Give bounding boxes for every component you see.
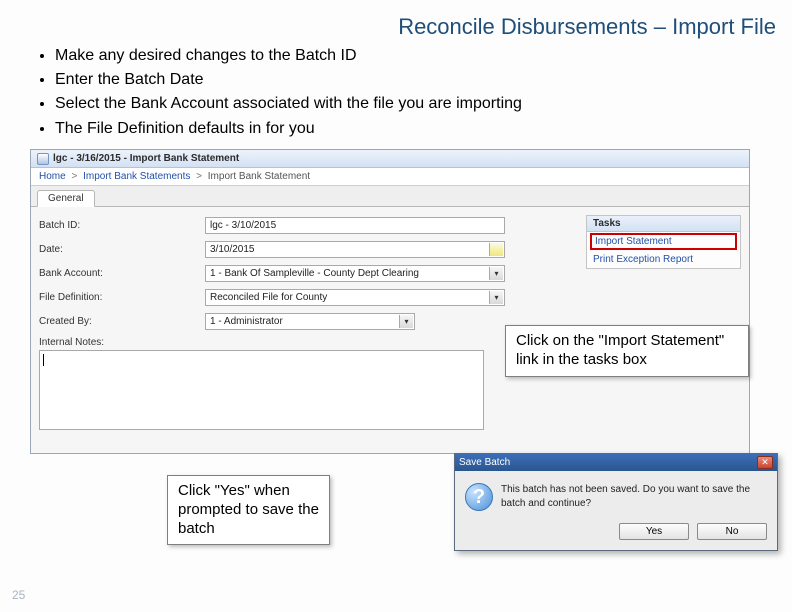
file-definition-value: Reconciled File for County (210, 292, 327, 303)
file-definition-label: File Definition: (39, 292, 205, 303)
batch-id-value: lgc - 3/10/2015 (210, 220, 276, 231)
breadcrumb-mid[interactable]: Import Bank Statements (83, 171, 190, 182)
breadcrumb-current: Import Bank Statement (208, 171, 310, 182)
breadcrumb: Home > Import Bank Statements > Import B… (31, 168, 749, 186)
tab-strip: General (31, 187, 749, 207)
file-definition-select[interactable]: Reconciled File for County ▾ (205, 289, 505, 306)
window-title: lgc - 3/16/2015 - Import Bank Statement (53, 153, 239, 164)
breadcrumb-root[interactable]: Home (39, 171, 66, 182)
chevron-down-icon[interactable]: ▾ (399, 315, 413, 328)
save-batch-dialog: Save Batch ✕ ? This batch has not been s… (454, 453, 778, 551)
tasks-import-link[interactable]: Import Statement (595, 236, 672, 247)
close-icon[interactable]: ✕ (757, 456, 773, 469)
question-icon: ? (465, 483, 493, 511)
text-cursor (43, 354, 44, 366)
created-by-label: Created By: (39, 316, 205, 327)
instruction-bullets: Make any desired changes to the Batch ID… (35, 44, 522, 141)
bullet-item: The File Definition defaults in for you (55, 117, 522, 140)
slide-title: Reconcile Disbursements – Import File (398, 14, 776, 40)
calendar-icon[interactable] (489, 243, 503, 256)
tab-general[interactable]: General (37, 190, 95, 207)
bullet-item: Enter the Batch Date (55, 68, 522, 91)
bank-account-select[interactable]: 1 - Bank Of Sampleville - County Dept Cl… (205, 265, 505, 282)
batch-id-label: Batch ID: (39, 220, 205, 231)
dialog-title-text: Save Batch (459, 457, 510, 468)
tasks-panel: Tasks Import Statement Print Exception R… (586, 215, 741, 269)
created-by-value: 1 - Administrator (210, 316, 283, 327)
callout-save: Click "Yes" when prompted to save the ba… (167, 475, 330, 545)
breadcrumb-separator: > (68, 171, 80, 182)
batch-id-input[interactable]: lgc - 3/10/2015 (205, 217, 505, 234)
bank-account-value: 1 - Bank Of Sampleville - County Dept Cl… (210, 268, 419, 279)
dialog-titlebar: Save Batch ✕ (455, 454, 777, 471)
breadcrumb-separator: > (193, 171, 205, 182)
window-titlebar: lgc - 3/16/2015 - Import Bank Statement (31, 150, 749, 168)
bullet-item: Select the Bank Account associated with … (55, 92, 522, 115)
created-by-select[interactable]: 1 - Administrator ▾ (205, 313, 415, 330)
page-number: 25 (12, 588, 25, 602)
date-label: Date: (39, 244, 205, 255)
internal-notes-textarea[interactable] (39, 350, 484, 430)
tasks-print-link[interactable]: Print Exception Report (587, 251, 740, 268)
tasks-header: Tasks (587, 216, 740, 232)
app-window: lgc - 3/16/2015 - Import Bank Statement … (30, 149, 750, 454)
callout-import: Click on the "Import Statement" link in … (505, 325, 749, 377)
bank-account-label: Bank Account: (39, 268, 205, 279)
date-input[interactable]: 3/10/2015 (205, 241, 505, 258)
bullet-item: Make any desired changes to the Batch ID (55, 44, 522, 67)
yes-button[interactable]: Yes (619, 523, 689, 540)
dialog-message: This batch has not been saved. Do you wa… (501, 483, 767, 511)
chevron-down-icon[interactable]: ▾ (489, 291, 503, 304)
date-value: 3/10/2015 (210, 244, 255, 255)
chevron-down-icon[interactable]: ▾ (489, 267, 503, 280)
no-button[interactable]: No (697, 523, 767, 540)
tasks-import-highlight: Import Statement (590, 233, 737, 250)
internal-notes-label: Internal Notes: (39, 337, 533, 348)
app-icon (37, 153, 49, 165)
